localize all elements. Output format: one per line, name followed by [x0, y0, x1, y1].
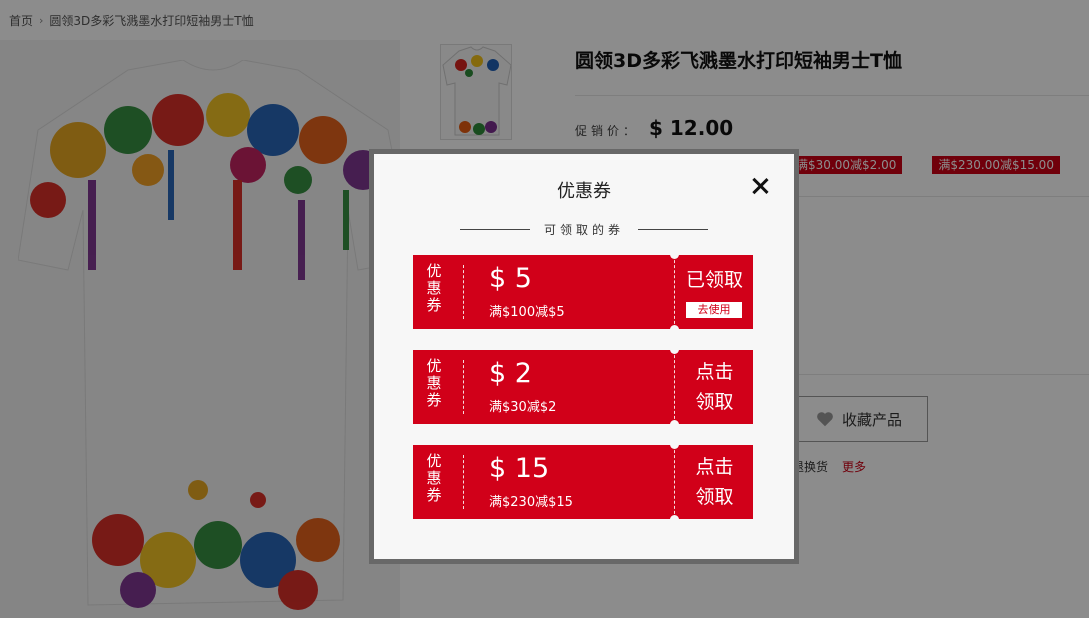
- coupon-condition: 满$230减$15: [489, 495, 573, 510]
- claim-line-1: 点击: [695, 361, 734, 383]
- claim-line-1: 点击: [695, 456, 734, 478]
- coupon-label-char: 券: [426, 391, 442, 409]
- coupon-notch: [670, 325, 679, 334]
- claim-coupon-button[interactable]: 点击 领取: [676, 445, 753, 519]
- divider: [638, 229, 708, 230]
- dashed-divider: [674, 255, 675, 329]
- coupon-card: 优 惠 券 $ 5 满$100减$5 已领取 去使用: [413, 250, 753, 334]
- coupon-label-char: 惠: [426, 469, 442, 487]
- divider: [459, 229, 530, 230]
- dashed-divider: [463, 455, 464, 509]
- coupon-label-char: 优: [426, 262, 442, 280]
- claim-line-2: 领取: [695, 486, 734, 508]
- use-coupon-button[interactable]: 去使用: [686, 302, 742, 318]
- coupon-label-char: 券: [426, 296, 442, 314]
- dashed-divider: [463, 265, 464, 319]
- coupon-label-char: 优: [426, 452, 442, 470]
- coupon-label-char: 券: [426, 486, 442, 504]
- dashed-divider: [674, 445, 675, 519]
- coupon-vertical-label: 优 惠 券: [424, 358, 444, 409]
- coupon-amount: $ 2: [489, 358, 532, 389]
- coupon-modal: 优惠券 可领取的券 优 惠 券 $ 5 满$100减$5 已领取 去使用 优 惠…: [369, 149, 799, 564]
- coupon-claimed-status: 已领取: [685, 269, 743, 291]
- close-icon[interactable]: [750, 176, 770, 196]
- coupon-label-char: 惠: [426, 279, 442, 297]
- coupon-condition: 满$30减$2: [489, 400, 557, 415]
- coupon-vertical-label: 优 惠 券: [424, 263, 444, 314]
- coupon-condition: 满$100减$5: [489, 305, 565, 320]
- coupon-amount: $ 15: [489, 453, 550, 484]
- modal-title: 优惠券: [557, 181, 611, 202]
- claim-coupon-button[interactable]: 点击 领取: [676, 350, 753, 424]
- coupon-amount: $ 5: [489, 263, 532, 294]
- coupon-card: 优 惠 券 $ 15 满$230减$15 点击 领取: [413, 440, 753, 524]
- coupon-label-char: 优: [426, 357, 442, 375]
- dashed-divider: [674, 350, 675, 424]
- coupon-card: 优 惠 券 $ 2 满$30减$2 点击 领取: [413, 345, 753, 429]
- coupon-label-char: 惠: [426, 374, 442, 392]
- coupon-subheading: 可领取的券: [374, 221, 794, 238]
- subheading-text: 可领取的券: [543, 223, 624, 237]
- dashed-divider: [463, 360, 464, 414]
- coupon-vertical-label: 优 惠 券: [424, 453, 444, 504]
- coupon-notch: [670, 250, 679, 259]
- claim-line-2: 领取: [695, 391, 734, 413]
